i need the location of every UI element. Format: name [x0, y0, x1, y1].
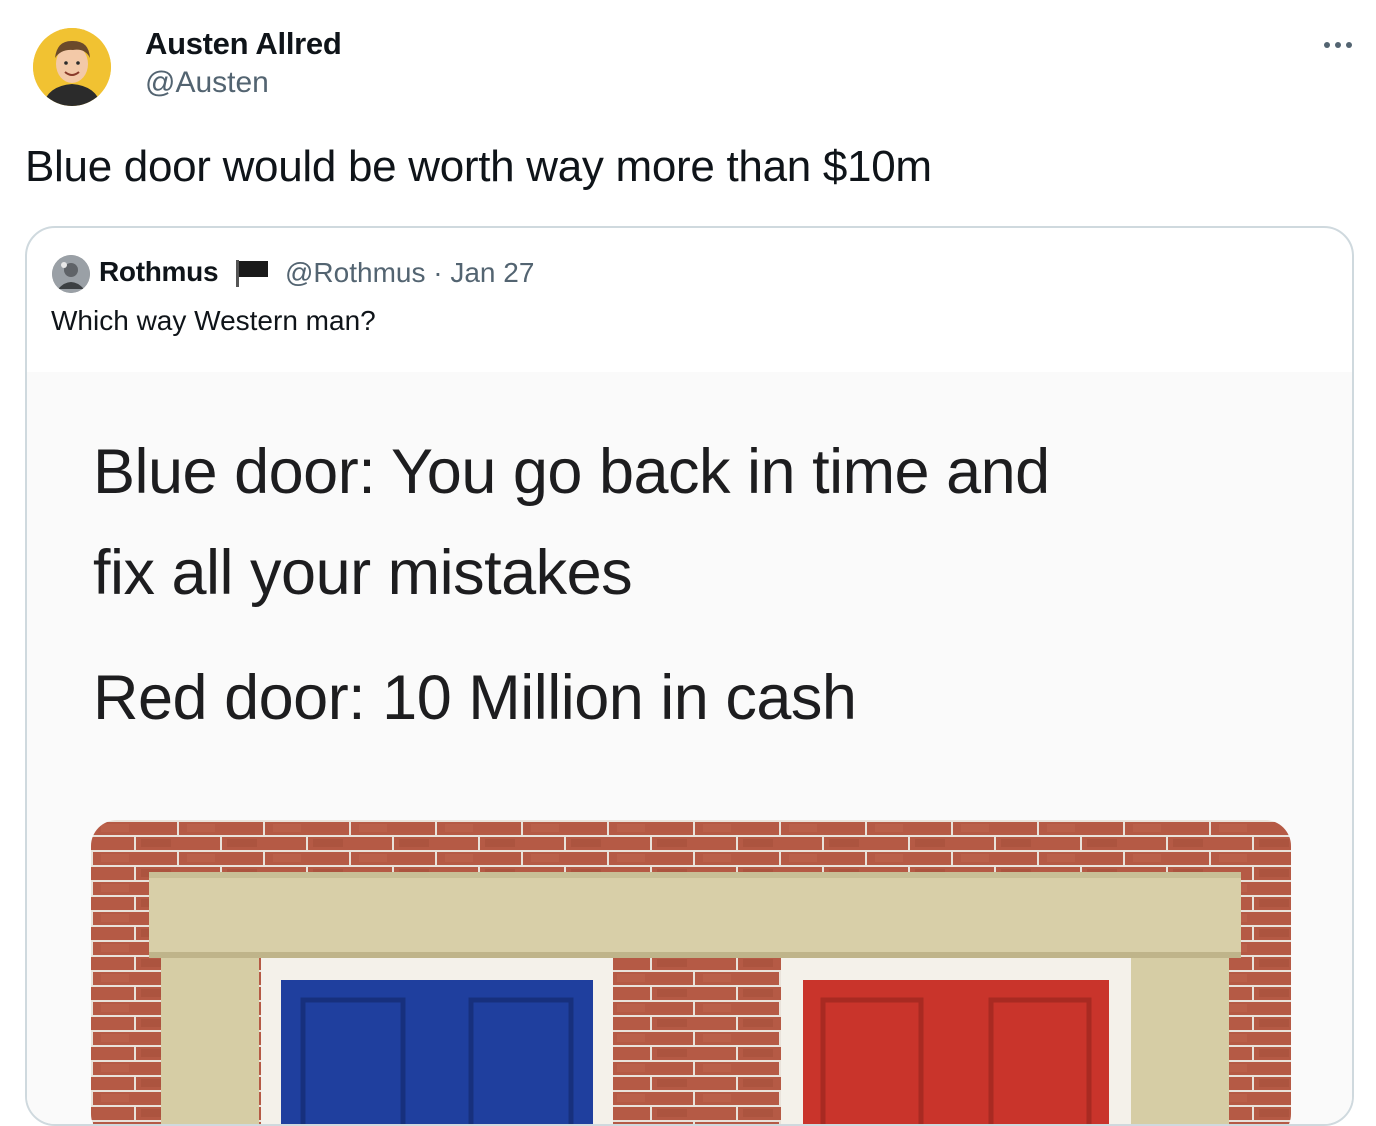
- author-handle[interactable]: @Austen: [145, 66, 269, 100]
- author-avatar[interactable]: [33, 28, 111, 106]
- quoted-tweet-image[interactable]: Blue door: You go back in time and fix a…: [27, 372, 1352, 1124]
- more-horizontal-icon: [1322, 42, 1355, 48]
- avatar-illustration: [33, 28, 111, 106]
- quoted-avatar-illustration: [52, 255, 90, 293]
- meme-text-line: Red door: 10 Million in cash: [93, 663, 857, 733]
- tweet-text: Blue door would be worth way more than $…: [25, 142, 932, 191]
- quoted-tweet-card[interactable]: Rothmus @Rothmus · Jan 27 Which way West…: [25, 226, 1354, 1126]
- more-options-button[interactable]: [1316, 30, 1360, 60]
- quoted-author-avatar[interactable]: [52, 255, 90, 293]
- doors-photo: [91, 820, 1291, 1124]
- quoted-author-name[interactable]: Rothmus: [99, 256, 219, 288]
- quoted-handle-date[interactable]: @Rothmus · Jan 27: [285, 257, 534, 289]
- black-flag-icon: [233, 258, 271, 288]
- tweet: Austen Allred @Austen Blue door would be…: [0, 0, 1376, 1126]
- quoted-tweet-text: Which way Western man?: [51, 305, 376, 336]
- meme-text-line: Blue door: You go back in time and: [93, 437, 1050, 507]
- author-name[interactable]: Austen Allred: [145, 26, 342, 62]
- meme-text-line: fix all your mistakes: [93, 538, 633, 608]
